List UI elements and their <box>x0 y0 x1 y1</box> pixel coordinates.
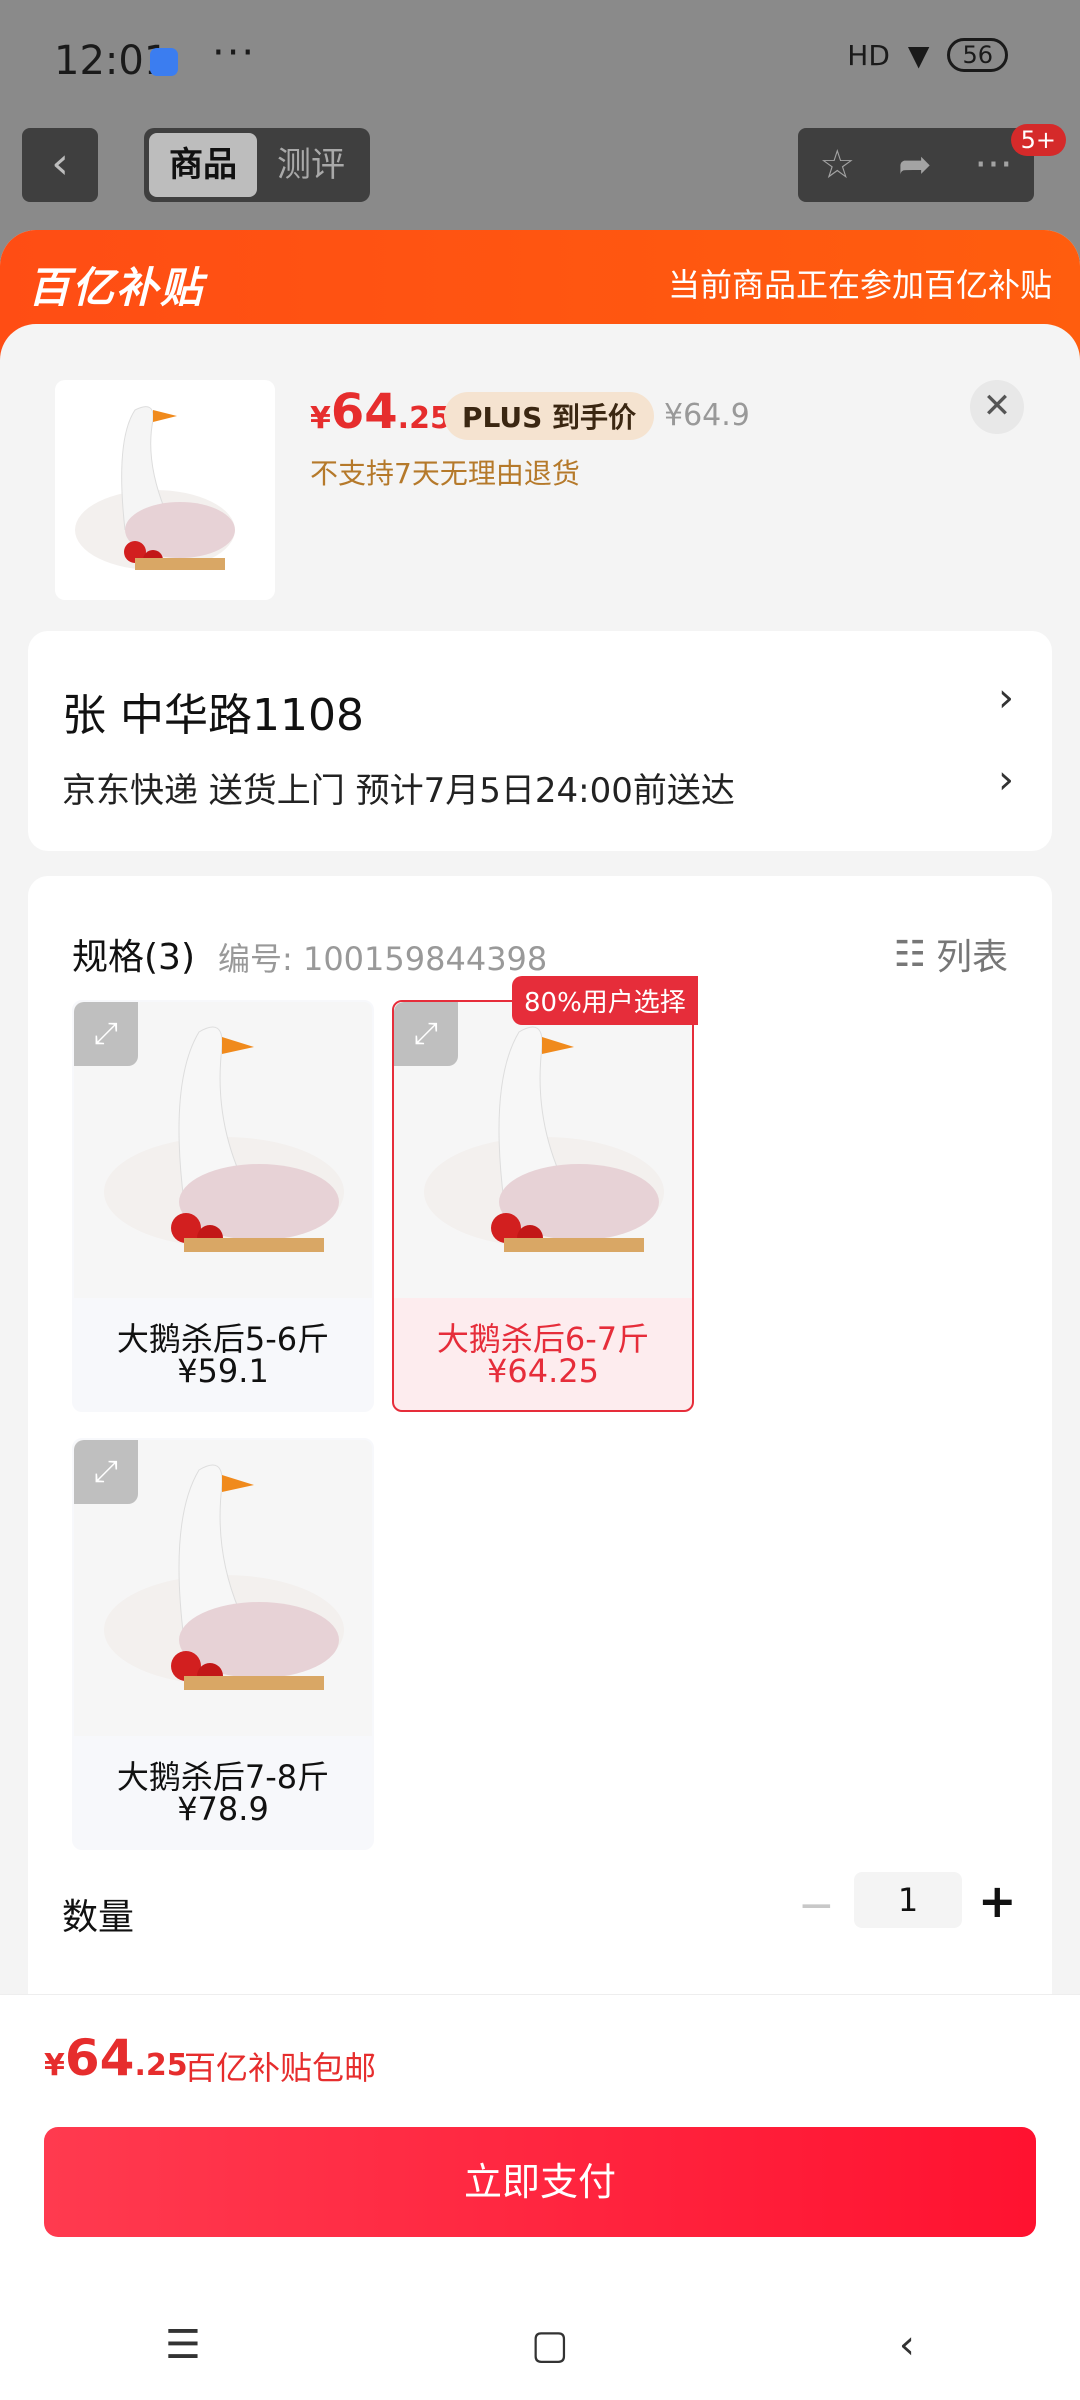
back-button[interactable]: ‹ <box>22 128 98 202</box>
tab-product[interactable]: 商品 <box>149 133 257 197</box>
subsidy-logo: 百亿补贴 <box>28 263 205 312</box>
share-icon[interactable]: ➦ <box>898 142 932 188</box>
list-label: 列表 <box>935 937 1008 978</box>
nav-tabs: 商品 测评 <box>144 128 370 202</box>
return-policy-note: 不支持7天无理由退货 <box>310 457 580 490</box>
message-badge: 5+ <box>1010 124 1066 156</box>
delivery-info: 京东快递 送货上门 预计7月5日24:00前送达 <box>62 771 735 811</box>
total-decimal: .25 <box>134 2048 188 2083</box>
total-price: ¥64.25 <box>44 2029 188 2087</box>
price-integer: 64 <box>330 384 398 440</box>
quantity-increase-button[interactable]: + <box>978 1874 1017 1928</box>
expand-icon[interactable]: ⤢ <box>74 1002 138 1066</box>
product-thumbnail <box>55 380 275 600</box>
goose-image <box>75 406 235 570</box>
chevron-right-icon: › <box>998 675 1014 721</box>
expand-icon[interactable]: ⤢ <box>394 1002 458 1066</box>
status-indicators: HD ▼ 56 <box>847 38 1008 72</box>
spec-card: 规格(3) 编号: 100159844398 ☷ 列表 80%用户选择 ⤢ 大鹅… <box>28 876 1052 2036</box>
total-currency: ¥ <box>44 2048 65 2083</box>
more-icon[interactable]: ··· <box>974 142 1012 188</box>
chevron-right-icon: › <box>998 757 1014 803</box>
plus-price-badge: PLUS 到手价 <box>444 392 655 440</box>
watermark-text: 侵星人69737G1P1 <box>333 904 699 950</box>
home-icon[interactable]: ▢ <box>531 2322 569 2368</box>
quantity-input[interactable]: 1 <box>854 1872 962 1928</box>
original-price: ¥64.9 <box>664 398 750 433</box>
wifi-icon: ▼ <box>907 38 930 72</box>
product-navbar: ‹ 商品 测评 ☆ ➦ ··· 5+ <box>0 120 1080 230</box>
back-icon[interactable]: ‹ <box>899 2322 915 2368</box>
battery-icon: 56 <box>947 38 1008 72</box>
close-icon[interactable]: ✕ <box>970 380 1024 434</box>
more-notifications-icon: ··· <box>212 30 257 76</box>
app-notification-icon <box>150 48 178 76</box>
quantity-decrease-button[interactable]: − <box>798 1880 835 1931</box>
price-decimal: .25 <box>397 401 451 436</box>
delivery-card[interactable]: 张 中华路1108 › 京东快递 送货上门 预计7月5日24:00前送达 › <box>28 631 1052 851</box>
nav-actions: ☆ ➦ ··· <box>798 128 1034 202</box>
spec-title: 规格(3) <box>72 937 195 978</box>
popular-choice-tag: 80%用户选择 <box>512 976 698 1025</box>
shipping-note: 百亿补贴包邮 <box>184 2049 377 2087</box>
price-currency: ¥ <box>310 401 331 436</box>
variant-price: ¥64.25 <box>487 1352 599 1390</box>
expand-icon[interactable]: ⤢ <box>74 1440 138 1504</box>
variant-option[interactable]: ⤢ 大鹅杀后7-8斤 ¥78.9 <box>72 1438 374 1850</box>
variant-price: ¥59.1 <box>177 1352 269 1390</box>
variant-option-selected[interactable]: ⤢ 大鹅杀后6-7斤 ¥64.25 <box>392 1000 694 1412</box>
menu-icon[interactable]: ☰ <box>165 2322 201 2368</box>
tab-review[interactable]: 测评 <box>257 133 365 197</box>
subsidy-banner-text: 当前商品正在参加百亿补贴 <box>667 266 1052 304</box>
checkout-bar: ¥64.25 百亿补贴包邮 立即支付 ☰ ▢ ‹ <box>0 1994 1080 2400</box>
list-icon: ☷ <box>893 933 926 975</box>
list-view-toggle[interactable]: ☷ 列表 <box>894 928 1008 980</box>
total-integer: 64 <box>64 2029 135 2087</box>
pay-now-button[interactable]: 立即支付 <box>44 2127 1036 2237</box>
status-bar: 12:01 ··· HD ▼ 56 <box>0 0 1080 120</box>
signal-icon: HD <box>847 38 890 72</box>
variant-price: ¥78.9 <box>177 1790 269 1828</box>
address-text: 张 中华路1108 <box>62 690 364 741</box>
product-price: ¥64.25 <box>310 384 451 440</box>
star-icon[interactable]: ☆ <box>819 142 855 188</box>
quantity-label: 数量 <box>62 1897 135 1938</box>
variant-option[interactable]: ⤢ 大鹅杀后5-6斤 ¥59.1 <box>72 1000 374 1412</box>
system-navigation: ☰ ▢ ‹ <box>0 2295 1080 2395</box>
